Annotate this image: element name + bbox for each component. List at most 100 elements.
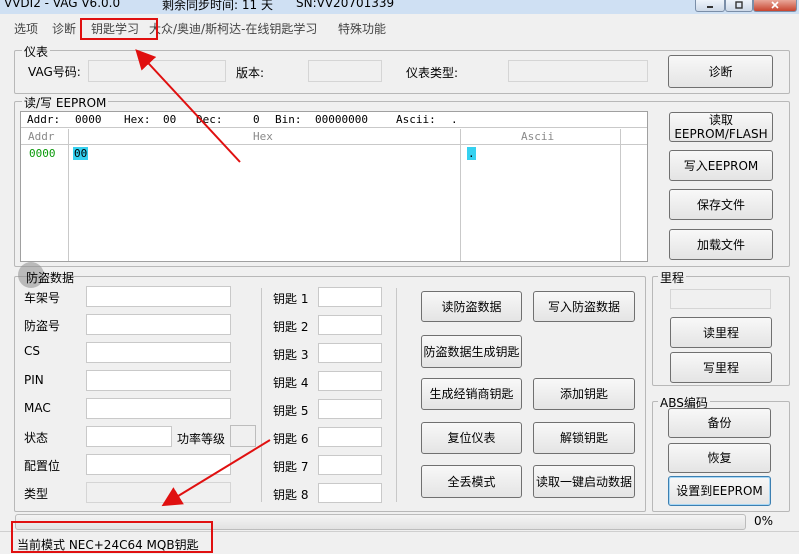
key-3-field[interactable] [318, 343, 382, 363]
immo-legend: 防盗数据 [26, 271, 75, 285]
save-file-button[interactable]: 保存文件 [669, 189, 773, 220]
type-label: 类型 [24, 487, 49, 501]
row-hex-cell[interactable]: 00 [73, 147, 89, 160]
status-label: 状态 [24, 431, 49, 445]
generate-key-button[interactable]: 防盗数据生成钥匙 [421, 335, 522, 368]
close-button[interactable] [753, 0, 797, 12]
cs-label: CS [24, 344, 40, 358]
key-5-field[interactable] [318, 399, 382, 419]
status-field[interactable] [86, 426, 172, 447]
unlock-key-button[interactable]: 解锁钥匙 [533, 422, 635, 454]
power-level-label: 功率等级 [177, 432, 226, 446]
all-keys-lost-button[interactable]: 全丢模式 [421, 465, 522, 498]
window-title: VVDI2 - VAG V6.0.0 [4, 0, 121, 10]
write-immo-button[interactable]: 写入防盗数据 [533, 291, 635, 322]
config-label: 配置位 [24, 459, 61, 473]
instrument-type-field[interactable] [508, 60, 648, 82]
info-hex-value: 00 [163, 113, 177, 126]
key-1-field[interactable] [318, 287, 382, 307]
key-2-label: 钥匙 2 [273, 320, 309, 334]
info-addr-value: 0000 [75, 113, 102, 126]
serial-number: SN:VV20701339 [296, 0, 395, 10]
cs-field[interactable] [86, 342, 231, 363]
info-hex-label: Hex: [124, 113, 151, 126]
info-bin-label: Bin: [275, 113, 302, 126]
immo-id-field[interactable] [86, 314, 231, 335]
vin-label: 车架号 [24, 291, 61, 305]
divider [620, 129, 621, 261]
minimize-icon [707, 6, 713, 8]
divider [460, 129, 461, 261]
divider [68, 129, 69, 261]
mileage-field[interactable] [670, 289, 771, 309]
power-level-field[interactable] [230, 425, 256, 447]
version-field[interactable] [308, 60, 382, 82]
hex-info-bar: Addr: 0000 Hex: 00 Dec: 0 Bin: 00000000 … [21, 112, 647, 128]
info-bin-value: 00000000 [315, 113, 368, 126]
restore-button[interactable]: 恢复 [668, 443, 771, 473]
maximize-button[interactable] [725, 0, 753, 12]
col-addr-header: Addr [28, 130, 55, 143]
progress-label: 0% [754, 514, 774, 528]
add-key-button[interactable]: 添加钥匙 [533, 378, 635, 410]
load-file-button[interactable]: 加载文件 [669, 229, 773, 260]
write-eeprom-button[interactable]: 写入EEPROM [669, 150, 773, 181]
pin-field[interactable] [86, 370, 231, 391]
key-4-label: 钥匙 4 [273, 376, 309, 390]
divider [396, 288, 397, 502]
type-field[interactable] [86, 482, 231, 503]
read-start-data-button[interactable]: 读取一键启动数据 [533, 465, 635, 498]
immo-id-label: 防盗号 [24, 319, 61, 333]
info-dec-value: 0 [253, 113, 260, 126]
menu-special-functions[interactable]: 特殊功能 [338, 20, 386, 37]
key-6-field[interactable] [318, 427, 382, 447]
key-8-field[interactable] [318, 483, 382, 503]
mac-field[interactable] [86, 398, 231, 419]
key-7-field[interactable] [318, 455, 382, 475]
menu-diagnose[interactable]: 诊断 [52, 20, 76, 37]
config-field[interactable] [86, 454, 231, 475]
minimize-button[interactable] [695, 0, 725, 12]
write-mileage-button[interactable]: 写里程 [670, 352, 772, 383]
vag-number-field[interactable] [88, 60, 226, 82]
key-3-label: 钥匙 3 [273, 348, 309, 362]
key-6-label: 钥匙 6 [273, 432, 309, 446]
col-ascii-header: Ascii [521, 130, 555, 143]
dealer-key-button[interactable]: 生成经销商钥匙 [421, 378, 522, 410]
set-to-eeprom-button[interactable]: 设置到EEPROM [668, 476, 771, 506]
hex-column-header: Addr Hex Ascii [21, 129, 647, 145]
row-addr: 0000 [29, 147, 56, 160]
key-1-label: 钥匙 1 [273, 292, 309, 306]
menu-online-key-learning[interactable]: 大众/奥迪/斯柯达-在线钥匙学习 [149, 20, 317, 37]
key-8-label: 钥匙 8 [273, 488, 309, 502]
backup-button[interactable]: 备份 [668, 408, 771, 438]
instrument-type-label: 仪表类型: [406, 66, 459, 80]
eeprom-legend: 读/写 EEPROM [22, 94, 109, 111]
mileage-legend: 里程 [658, 269, 687, 286]
read-immo-button[interactable]: 读防盗数据 [421, 291, 522, 322]
pin-label: PIN [24, 373, 44, 387]
key-5-label: 钥匙 5 [273, 404, 309, 418]
menu-options[interactable]: 选项 [14, 20, 38, 37]
version-label: 版本: [236, 66, 265, 80]
title-bar: VVDI2 - VAG V6.0.0 剩余同步时间: 11 天 SN:VV207… [0, 0, 799, 14]
reset-instrument-button[interactable]: 复位仪表 [421, 422, 522, 454]
vin-field[interactable] [86, 286, 231, 307]
info-addr-label: Addr: [27, 113, 61, 126]
info-ascii-label: Ascii: [396, 113, 436, 126]
annotation-box-status [11, 521, 213, 553]
key-7-label: 钥匙 7 [273, 460, 309, 474]
diagnose-button[interactable]: 诊断 [668, 55, 773, 88]
key-4-field[interactable] [318, 371, 382, 391]
col-hex-header: Hex [253, 130, 273, 143]
mac-label: MAC [24, 401, 51, 415]
info-ascii-value: . [451, 113, 458, 126]
row-ascii-cell[interactable]: . [467, 147, 476, 160]
key-2-field[interactable] [318, 315, 382, 335]
read-eeprom-button[interactable]: 读取 EEPROM/FLASH [669, 112, 773, 142]
maximize-icon [735, 1, 743, 9]
close-icon [771, 1, 779, 9]
annotation-box-menu [80, 18, 158, 40]
info-dec-label: Dec: [196, 113, 223, 126]
read-mileage-button[interactable]: 读里程 [670, 317, 772, 348]
